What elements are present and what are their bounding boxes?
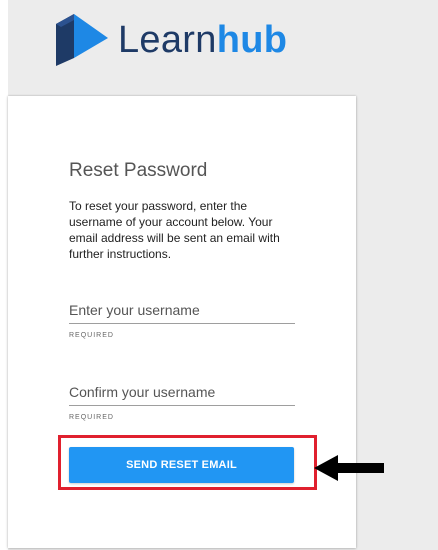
username-field-group: REQUIRED	[69, 302, 295, 339]
reset-password-card: Reset Password To reset your password, e…	[8, 96, 356, 548]
left-margin	[0, 0, 8, 550]
logo-text: Learnhub	[118, 21, 287, 59]
learnhub-logo: Learnhub	[52, 10, 287, 70]
instructions-text: To reset your password, enter the userna…	[69, 199, 280, 261]
confirm-username-required-hint: REQUIRED	[69, 414, 114, 421]
username-input[interactable]	[69, 302, 295, 324]
send-reset-email-button[interactable]: SEND RESET EMAIL	[69, 447, 294, 483]
learnhub-cube-icon	[56, 14, 108, 66]
confirm-username-input[interactable]	[69, 384, 295, 406]
logo-text-hub: hub	[216, 19, 288, 61]
confirm-username-field-group: REQUIRED	[69, 384, 295, 421]
logo-text-learn: Learn	[118, 19, 217, 61]
username-required-hint: REQUIRED	[69, 332, 114, 339]
left-arrow-icon	[314, 455, 384, 481]
page-title: Reset Password	[69, 160, 208, 181]
